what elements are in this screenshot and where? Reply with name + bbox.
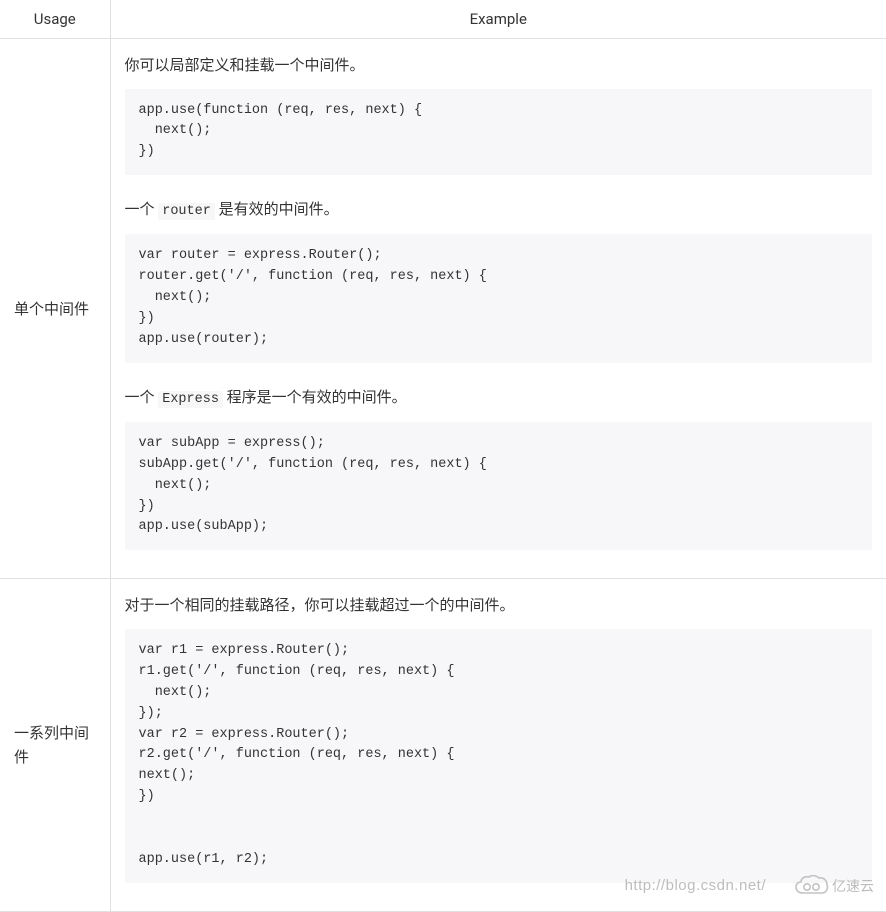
table-row: 单个中间件 你可以局部定义和挂载一个中间件。 app.use(function …: [0, 39, 886, 579]
code-block: var router = express.Router(); router.ge…: [125, 234, 873, 363]
watermark-logo-text: 亿速云: [832, 876, 874, 896]
desc-text: 是有效的中间件。: [215, 200, 339, 218]
example-section: 一个 router 是有效的中间件。 var router = express.…: [125, 197, 873, 363]
cloud-icon: [795, 875, 829, 897]
desc-text: 程序是一个有效的中间件。: [223, 388, 407, 406]
desc-text: 一个: [125, 388, 159, 406]
code-block: var r1 = express.Router(); r1.get('/', f…: [125, 629, 873, 883]
middleware-table: Usage Example 单个中间件 你可以局部定义和挂载一个中间件。 app…: [0, 0, 886, 912]
inline-code: router: [158, 203, 215, 220]
example-cell: 对于一个相同的挂载路径，你可以挂载超过一个的中间件。 var r1 = expr…: [110, 579, 886, 912]
description: 一个 router 是有效的中间件。: [125, 197, 873, 224]
desc-text: 你可以局部定义和挂载一个中间件。: [125, 56, 365, 74]
example-section: 你可以局部定义和挂载一个中间件。 app.use(function (req, …: [125, 53, 873, 175]
example-section: 一个 Express 程序是一个有效的中间件。 var subApp = exp…: [125, 385, 873, 551]
description: 对于一个相同的挂载路径，你可以挂载超过一个的中间件。: [125, 593, 873, 619]
example-section: 对于一个相同的挂载路径，你可以挂载超过一个的中间件。 var r1 = expr…: [125, 593, 873, 883]
code-block: app.use(function (req, res, next) { next…: [125, 89, 873, 176]
desc-text: 一个: [125, 200, 159, 218]
description: 一个 Express 程序是一个有效的中间件。: [125, 385, 873, 412]
usage-cell: 一系列中间件: [0, 579, 110, 912]
header-example: Example: [110, 0, 886, 39]
table-row: 一系列中间件 对于一个相同的挂载路径，你可以挂载超过一个的中间件。 var r1…: [0, 579, 886, 912]
watermark-logo: 亿速云: [795, 866, 880, 906]
header-usage: Usage: [0, 0, 110, 39]
watermark-url: http://blog.csdn.net/: [625, 877, 766, 894]
inline-code: Express: [158, 391, 223, 408]
usage-cell: 单个中间件: [0, 39, 110, 579]
desc-text: 对于一个相同的挂载路径，你可以挂载超过一个的中间件。: [125, 596, 515, 614]
description: 你可以局部定义和挂载一个中间件。: [125, 53, 873, 79]
code-block: var subApp = express(); subApp.get('/', …: [125, 422, 873, 551]
example-cell: 你可以局部定义和挂载一个中间件。 app.use(function (req, …: [110, 39, 886, 579]
